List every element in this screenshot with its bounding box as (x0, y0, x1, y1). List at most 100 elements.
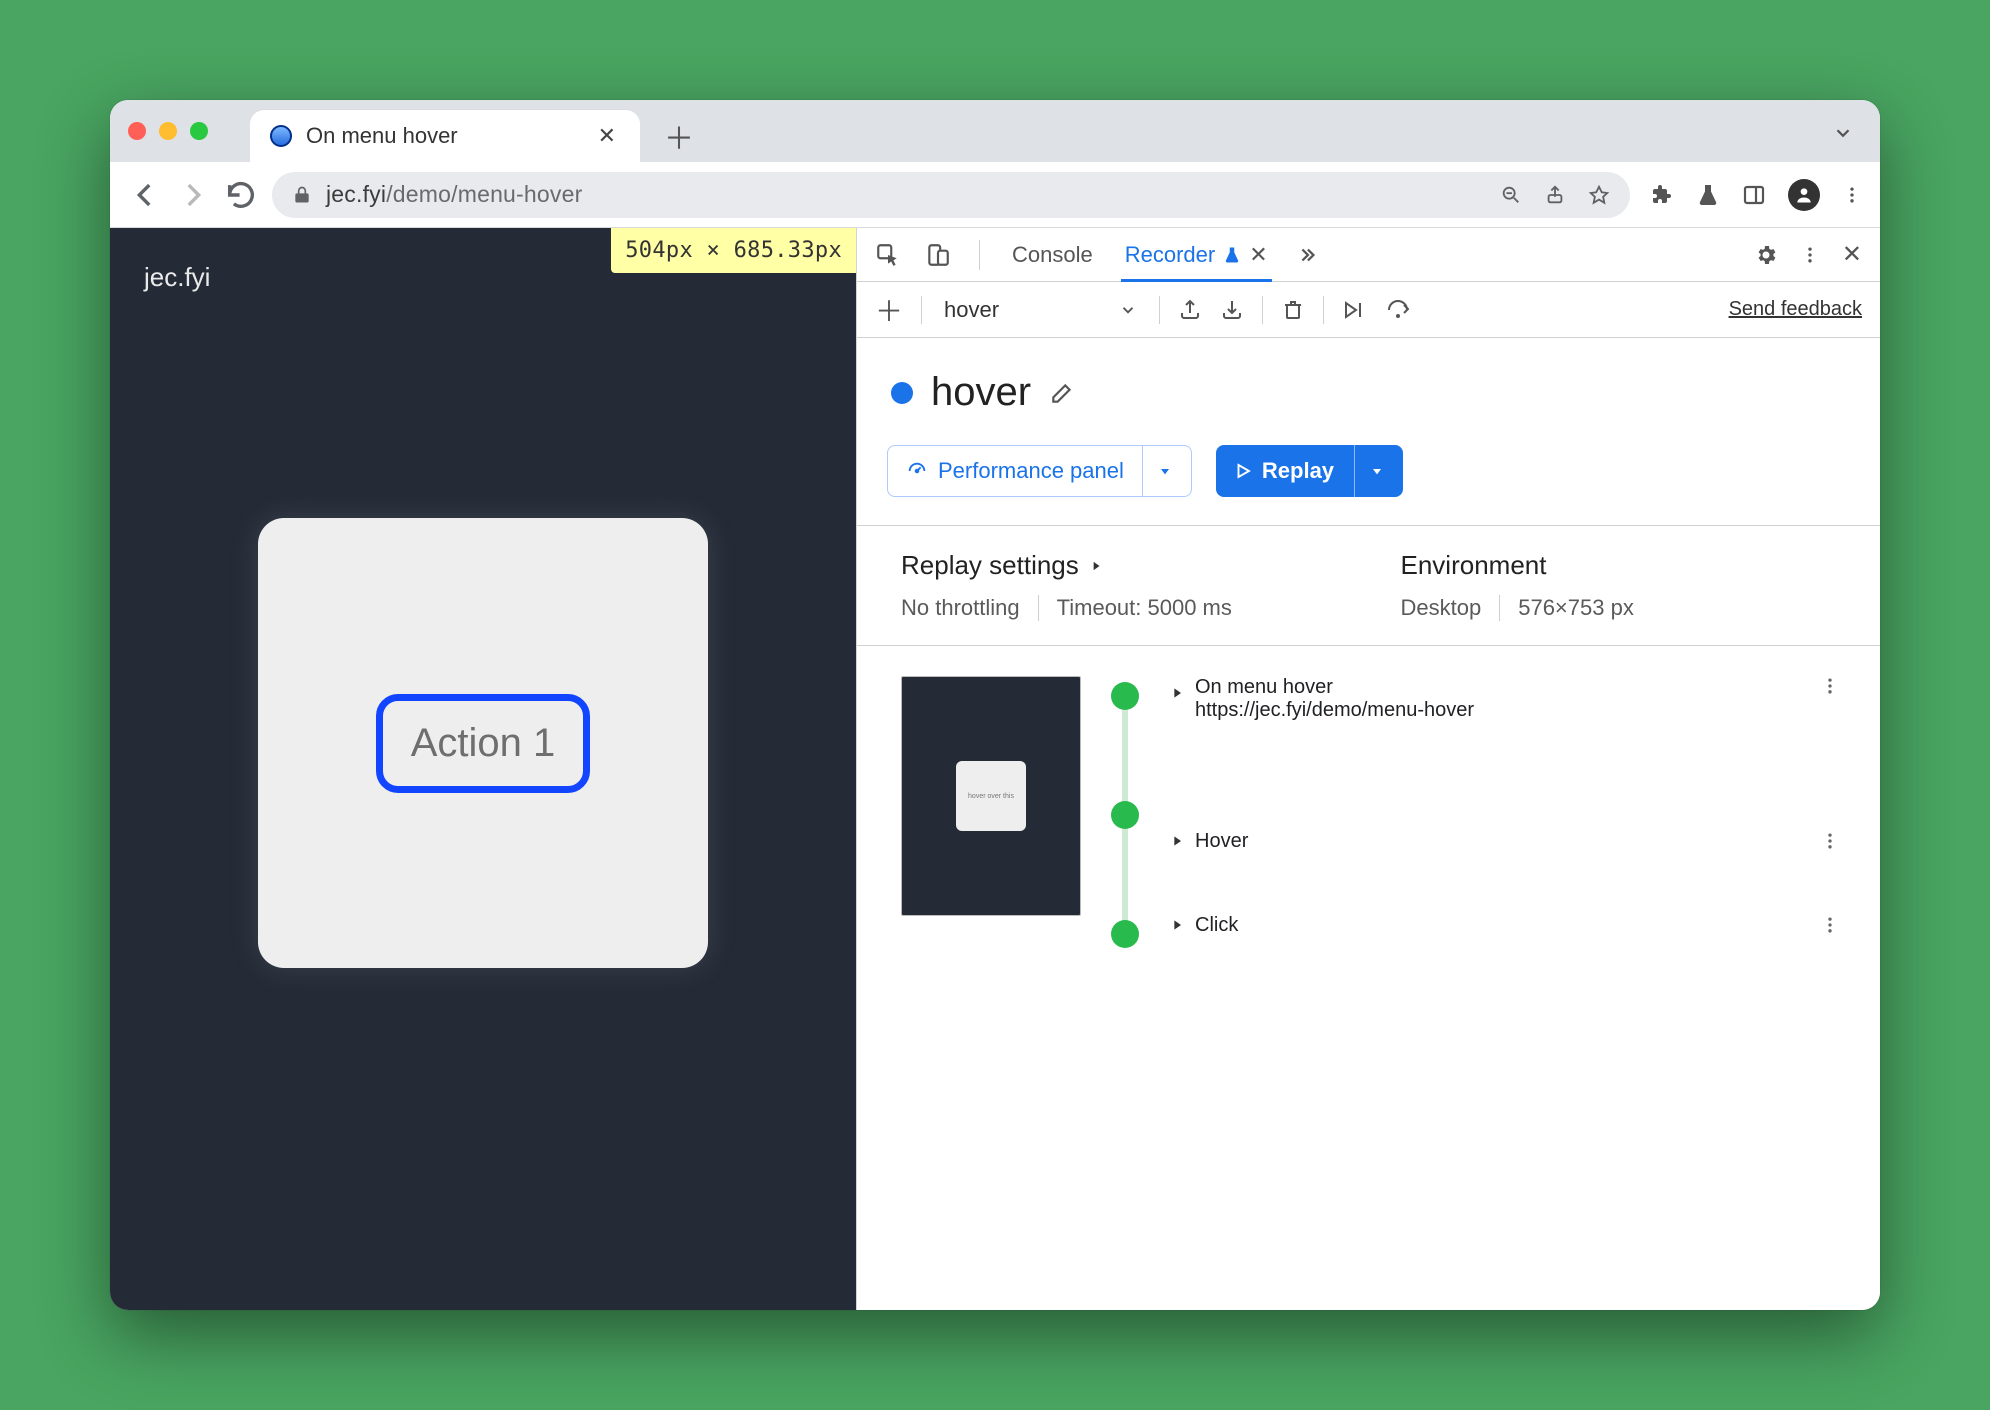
profile-avatar[interactable] (1788, 179, 1820, 211)
step-row[interactable]: Click (1169, 896, 1850, 954)
replay-button[interactable]: Replay (1216, 445, 1403, 497)
environment-title: Environment (1401, 550, 1851, 581)
recording-select[interactable]: hover (940, 297, 1141, 323)
chevron-right-icon (1169, 917, 1185, 933)
url-text: jec.fyi/demo/menu-hover (326, 181, 582, 208)
performance-panel-button[interactable]: Performance panel (887, 445, 1192, 497)
window-maximize-button[interactable] (190, 122, 208, 140)
tab-recorder[interactable]: Recorder ✕ (1121, 228, 1272, 282)
step-menu-icon[interactable] (1820, 915, 1850, 935)
import-icon[interactable] (1220, 298, 1244, 322)
recording-thumbnail: hover over this (901, 676, 1081, 916)
devtools-tabbar: Console Recorder ✕ ✕ (857, 228, 1880, 282)
new-recording-button[interactable]: ＋ (875, 290, 903, 330)
tab-close-icon[interactable]: ✕ (1249, 242, 1267, 268)
recording-name: hover (931, 370, 1031, 415)
perf-dropdown-button[interactable] (1142, 446, 1173, 496)
side-panel-icon[interactable] (1742, 183, 1766, 207)
back-button[interactable] (128, 178, 162, 212)
page-viewport: jec.fyi 504px × 685.33px Action 1 (110, 228, 856, 1310)
replay-settings-title[interactable]: Replay settings (901, 550, 1351, 581)
new-tab-button[interactable]: ＋ (654, 110, 704, 162)
toolbar: jec.fyi/demo/menu-hover (110, 162, 1880, 228)
tab-title: On menu hover (306, 123, 580, 149)
omnibox-actions (1500, 184, 1610, 206)
chevron-down-icon (1119, 301, 1137, 319)
recording-header: hover (891, 370, 1850, 415)
share-icon[interactable] (1544, 184, 1566, 206)
timeline-node (1111, 920, 1139, 948)
export-icon[interactable] (1178, 298, 1202, 322)
settings-section: Replay settings No throttling Timeout: 5… (857, 525, 1880, 646)
steps-section: hover over this On (887, 646, 1850, 984)
env-device-value: Desktop (1401, 595, 1482, 621)
chevron-right-icon (1169, 685, 1185, 701)
devtools-close-icon[interactable]: ✕ (1842, 240, 1862, 269)
thumbnail-content: hover over this (956, 761, 1026, 831)
settings-icon[interactable] (1754, 243, 1778, 267)
menu-card: Action 1 (258, 518, 708, 968)
action-button-row: Performance panel Replay (887, 445, 1850, 497)
window-controls (124, 100, 218, 162)
steps-list: On menu hover https://jec.fyi/demo/menu-… (1169, 676, 1850, 954)
lock-icon (292, 185, 312, 205)
throttling-value: No throttling (901, 595, 1020, 621)
tabs-overflow-button[interactable] (1832, 122, 1854, 144)
send-feedback-link[interactable]: Send feedback (1729, 298, 1862, 321)
continue-icon[interactable] (1342, 298, 1368, 322)
play-icon (1234, 462, 1252, 480)
recording-status-dot (891, 382, 913, 404)
tab-favicon (270, 125, 292, 147)
action-button-highlighted[interactable]: Action 1 (376, 694, 591, 793)
flask-icon (1223, 246, 1241, 264)
tab-strip: On menu hover ✕ ＋ (110, 100, 1880, 162)
tab-recorder-label: Recorder (1125, 242, 1215, 268)
step-row[interactable]: Hover (1169, 786, 1850, 896)
reload-button[interactable] (224, 178, 258, 212)
devtools-panel: Console Recorder ✕ ✕ ＋ hover (856, 228, 1880, 1310)
replay-dropdown-button[interactable] (1354, 445, 1385, 497)
recorder-toolbar: ＋ hover Send feedback (857, 282, 1880, 338)
more-tabs-icon[interactable] (1296, 244, 1318, 266)
step-title: Click (1195, 914, 1238, 937)
window-close-button[interactable] (128, 122, 146, 140)
step-icon[interactable] (1386, 298, 1414, 322)
performance-panel-label: Performance panel (938, 458, 1124, 484)
gauge-icon (906, 460, 928, 482)
experiments-icon[interactable] (1696, 183, 1720, 207)
timeline-node (1111, 801, 1139, 829)
tab-console[interactable]: Console (1008, 228, 1097, 282)
delete-icon[interactable] (1281, 298, 1305, 322)
chevron-right-icon (1169, 833, 1185, 849)
tab-close-button[interactable]: ✕ (594, 121, 620, 151)
inspect-element-icon[interactable] (875, 242, 901, 268)
browser-window: On menu hover ✕ ＋ jec.fyi/demo/menu-hove… (110, 100, 1880, 1310)
url-host: jec.fyi (326, 181, 386, 207)
extensions-icon[interactable] (1650, 183, 1674, 207)
replay-button-label: Replay (1262, 458, 1334, 484)
url-path: /demo/menu-hover (386, 181, 582, 207)
edit-name-icon[interactable] (1049, 380, 1075, 406)
timeline (1105, 676, 1145, 954)
device-toolbar-icon[interactable] (925, 242, 951, 268)
window-minimize-button[interactable] (159, 122, 177, 140)
browser-actions (1644, 179, 1862, 211)
step-subtitle: https://jec.fyi/demo/menu-hover (1195, 699, 1474, 722)
chevron-right-icon (1089, 559, 1103, 573)
content-area: jec.fyi 504px × 685.33px Action 1 Consol… (110, 228, 1880, 1310)
element-size-tooltip: 504px × 685.33px (611, 228, 856, 273)
address-bar[interactable]: jec.fyi/demo/menu-hover (272, 172, 1630, 218)
timeline-node (1111, 682, 1139, 710)
step-title: On menu hover (1195, 676, 1474, 699)
recording-select-value: hover (944, 297, 999, 323)
step-menu-icon[interactable] (1820, 831, 1850, 851)
step-menu-icon[interactable] (1820, 676, 1850, 696)
forward-button[interactable] (176, 178, 210, 212)
bookmark-icon[interactable] (1588, 184, 1610, 206)
zoom-icon[interactable] (1500, 184, 1522, 206)
recorder-body: hover Performance panel Replay (857, 338, 1880, 1310)
browser-menu-icon[interactable] (1842, 185, 1862, 205)
devtools-menu-icon[interactable] (1800, 245, 1820, 265)
browser-tab[interactable]: On menu hover ✕ (250, 110, 640, 162)
step-row[interactable]: On menu hover https://jec.fyi/demo/menu-… (1169, 676, 1850, 786)
